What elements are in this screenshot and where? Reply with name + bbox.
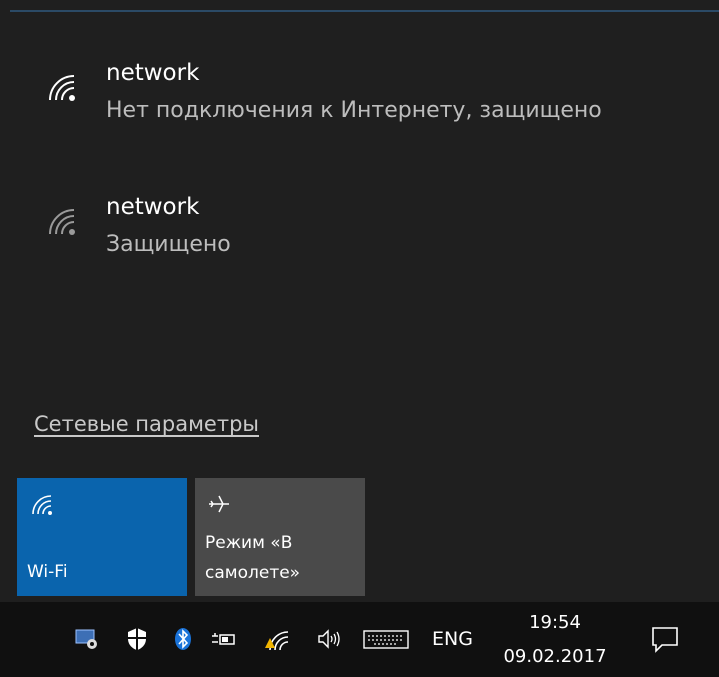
network-status: Нет подключения к Интернету, защищено bbox=[106, 98, 602, 123]
wifi-signal-icon bbox=[49, 75, 75, 101]
clock-time[interactable]: 19:54 bbox=[512, 612, 598, 633]
network-list-item[interactable]: network Нет подключения к Интернету, защ… bbox=[34, 60, 714, 160]
network-name: network bbox=[106, 60, 200, 86]
input-language[interactable]: ENG bbox=[432, 628, 473, 650]
wifi-tile-label: Wi-Fi bbox=[27, 562, 68, 582]
power-plug-icon[interactable] bbox=[210, 626, 236, 652]
wifi-signal-icon bbox=[49, 209, 75, 235]
network-status: Защищено bbox=[106, 232, 231, 257]
network-name: network bbox=[106, 194, 200, 220]
bluetooth-icon[interactable] bbox=[170, 626, 196, 652]
wifi-toggle-tile[interactable]: Wi-Fi bbox=[17, 478, 187, 596]
keyboard-icon[interactable] bbox=[362, 626, 410, 652]
clock-date[interactable]: 09.02.2017 bbox=[498, 646, 612, 667]
airplane-mode-tile[interactable]: Режим «В самолете» bbox=[195, 478, 365, 596]
wifi-icon bbox=[32, 495, 52, 515]
airplane-icon bbox=[209, 495, 229, 513]
network-settings-link[interactable]: Сетевые параметры bbox=[34, 412, 259, 436]
airplane-tile-label: Режим «В самолете» bbox=[205, 533, 301, 583]
settings-monitor-icon[interactable] bbox=[74, 626, 100, 652]
defender-shield-icon[interactable] bbox=[124, 626, 150, 652]
network-list-item[interactable]: network Защищено bbox=[34, 194, 714, 294]
action-center-icon[interactable] bbox=[650, 624, 680, 654]
wifi-warning-icon[interactable] bbox=[264, 626, 290, 652]
taskbar: ENG 19:54 09.02.2017 bbox=[0, 602, 719, 677]
speaker-icon[interactable] bbox=[316, 626, 342, 652]
network-flyout: network Нет подключения к Интернету, защ… bbox=[10, 10, 719, 602]
